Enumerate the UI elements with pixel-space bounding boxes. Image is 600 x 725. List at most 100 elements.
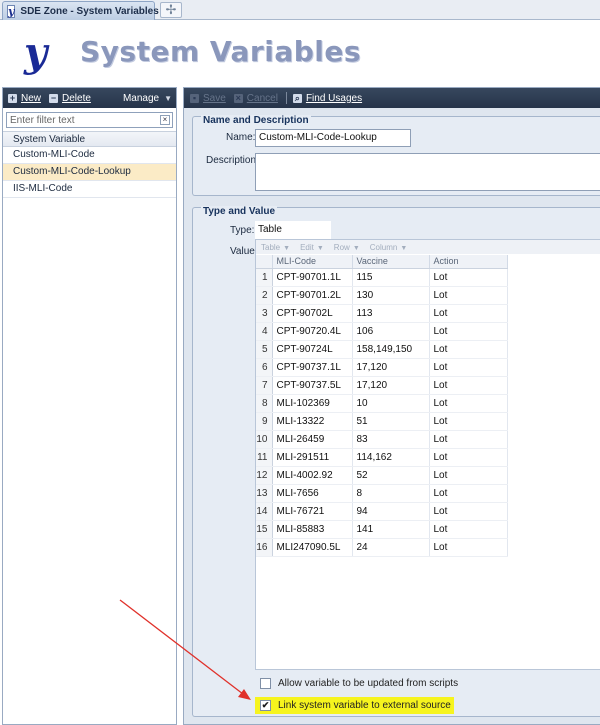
table-cell[interactable]: 10 <box>352 394 430 413</box>
chevron-down-icon: ▼ <box>164 93 172 103</box>
link-external-label: Link system variable to external source <box>278 700 451 711</box>
column-header[interactable]: Action <box>429 255 508 269</box>
table-cell[interactable]: MLI-291511 <box>272 448 353 467</box>
table-cell[interactable]: 94 <box>352 502 430 521</box>
type-value: Table <box>255 221 331 239</box>
table-row[interactable]: 10 MLI-26459 83 Lot <box>256 430 508 449</box>
toolbar-divider <box>285 92 287 104</box>
table-cell[interactable]: MLI-76721 <box>272 502 353 521</box>
list-item[interactable]: Custom-MLI-Code <box>3 147 176 164</box>
table-cell[interactable]: Lot <box>429 268 508 287</box>
column-header[interactable]: MLI-Code <box>272 255 353 269</box>
table-row[interactable]: 11 MLI-291511 114,162 Lot <box>256 448 508 467</box>
table-cell[interactable]: Lot <box>429 286 508 305</box>
table-cell[interactable]: Lot <box>429 538 508 557</box>
table-cell[interactable]: MLI247090.5L <box>272 538 353 557</box>
table-cell[interactable]: 141 <box>352 520 430 539</box>
table-cell[interactable]: 106 <box>352 322 430 341</box>
table-cell[interactable]: CPT-90701.2L <box>272 286 353 305</box>
table-cell[interactable]: CPT-90737.1L <box>272 358 353 377</box>
table-cell[interactable]: 83 <box>352 430 430 449</box>
table-cell[interactable]: 17,120 <box>352 376 430 395</box>
table-cell[interactable]: CPT-90720.4L <box>272 322 353 341</box>
app-logo: y <box>24 29 48 76</box>
table-cell[interactable]: CPT-90702L <box>272 304 353 323</box>
table-cell[interactable]: MLI-102369 <box>272 394 353 413</box>
grid-menu-table[interactable]: Table ▼ <box>261 243 290 252</box>
add-tab-icon[interactable]: ✢ <box>160 2 182 18</box>
table-cell[interactable]: CPT-90737.5L <box>272 376 353 395</box>
table-cell[interactable]: 130 <box>352 286 430 305</box>
table-row[interactable]: 9 MLI-13322 51 Lot <box>256 412 508 431</box>
table-cell[interactable]: 114,162 <box>352 448 430 467</box>
table-cell[interactable]: Lot <box>429 502 508 521</box>
table-row[interactable]: 7 CPT-90737.5L 17,120 Lot <box>256 376 508 395</box>
table-cell[interactable]: 158,149,150 <box>352 340 430 359</box>
allow-scripts-checkbox[interactable] <box>260 678 271 689</box>
table-cell[interactable]: Lot <box>429 304 508 323</box>
table-cell[interactable]: Lot <box>429 430 508 449</box>
table-row[interactable]: 5 CPT-90724L 158,149,150 Lot <box>256 340 508 359</box>
table-cell[interactable]: Lot <box>429 394 508 413</box>
grid-menu-edit[interactable]: Edit ▼ <box>300 243 324 252</box>
table-cell[interactable]: Lot <box>429 466 508 485</box>
table-cell[interactable]: Lot <box>429 340 508 359</box>
table-cell[interactable]: 51 <box>352 412 430 431</box>
tab-system-variables[interactable]: y SDE Zone - System Variables <box>2 1 159 20</box>
value-label: Value: <box>230 246 258 257</box>
table-cell[interactable]: MLI-4002.92 <box>272 466 353 485</box>
clear-filter-icon[interactable]: × <box>160 115 170 125</box>
list-item[interactable]: IIS-MLI-Code <box>3 181 176 198</box>
table-cell[interactable]: 24 <box>352 538 430 557</box>
table-cell[interactable]: CPT-90701.1L <box>272 268 353 287</box>
cancel-icon: × <box>233 92 243 103</box>
delete-button[interactable]: − Delete <box>49 93 91 104</box>
table-row[interactable]: 14 MLI-76721 94 Lot <box>256 502 508 521</box>
allow-scripts-label: Allow variable to be updated from script… <box>278 678 459 689</box>
link-external-checkbox[interactable]: ✔ <box>260 700 271 711</box>
table-cell[interactable]: Lot <box>429 520 508 539</box>
column-header[interactable]: Vaccine <box>352 255 430 269</box>
table-cell[interactable]: MLI-85883 <box>272 520 353 539</box>
new-button[interactable]: + New <box>8 93 41 104</box>
find-usages-button[interactable]: ⌕ Find Usages <box>292 93 362 104</box>
table-cell[interactable]: MLI-13322 <box>272 412 353 431</box>
description-field[interactable] <box>255 153 600 191</box>
table-cell[interactable]: CPT-90724L <box>272 340 353 359</box>
name-field[interactable]: Custom-MLI-Code-Lookup <box>255 129 411 147</box>
row-number: 13 <box>256 484 273 503</box>
cancel-button[interactable]: × Cancel <box>233 92 278 104</box>
table-cell[interactable]: Lot <box>429 484 508 503</box>
grid-menu-column[interactable]: Column ▼ <box>370 243 408 252</box>
save-button[interactable]: ▪ Save <box>190 93 226 104</box>
table-row[interactable]: 16 MLI247090.5L 24 Lot <box>256 538 508 557</box>
table-row[interactable]: 1 CPT-90701.1L 115 Lot <box>256 268 508 287</box>
table-cell[interactable]: Lot <box>429 412 508 431</box>
table-cell[interactable]: Lot <box>429 448 508 467</box>
table-cell[interactable]: Lot <box>429 376 508 395</box>
table-row[interactable]: 15 MLI-85883 141 Lot <box>256 520 508 539</box>
table-cell[interactable]: 115 <box>352 268 430 287</box>
table-row[interactable]: 13 MLI-7656 8 Lot <box>256 484 508 503</box>
table-cell[interactable]: 113 <box>352 304 430 323</box>
table-row[interactable]: 2 CPT-90701.2L 130 Lot <box>256 286 508 305</box>
table-cell[interactable]: MLI-26459 <box>272 430 353 449</box>
save-icon: ▪ <box>190 93 199 103</box>
table-cell[interactable]: 52 <box>352 466 430 485</box>
table-row[interactable]: 12 MLI-4002.92 52 Lot <box>256 466 508 485</box>
table-row[interactable]: 3 CPT-90702L 113 Lot <box>256 304 508 323</box>
table-row[interactable]: 6 CPT-90737.1L 17,120 Lot <box>256 358 508 377</box>
list-item-selected[interactable]: Custom-MLI-Code-Lookup <box>3 164 176 181</box>
row-number: 8 <box>256 394 273 413</box>
filter-input[interactable] <box>7 113 160 127</box>
table-cell[interactable]: MLI-7656 <box>272 484 353 503</box>
grid-menu-row[interactable]: Row ▼ <box>334 243 360 252</box>
table-row[interactable]: 4 CPT-90720.4L 106 Lot <box>256 322 508 341</box>
table-row[interactable]: 8 MLI-102369 10 Lot <box>256 394 508 413</box>
table-cell[interactable]: Lot <box>429 322 508 341</box>
manage-menu-button[interactable]: Manage ▼ <box>123 93 172 104</box>
table-cell[interactable]: 8 <box>352 484 430 503</box>
table-cell[interactable]: Lot <box>429 358 508 377</box>
list-column-header: System Variable <box>3 131 176 147</box>
table-cell[interactable]: 17,120 <box>352 358 430 377</box>
